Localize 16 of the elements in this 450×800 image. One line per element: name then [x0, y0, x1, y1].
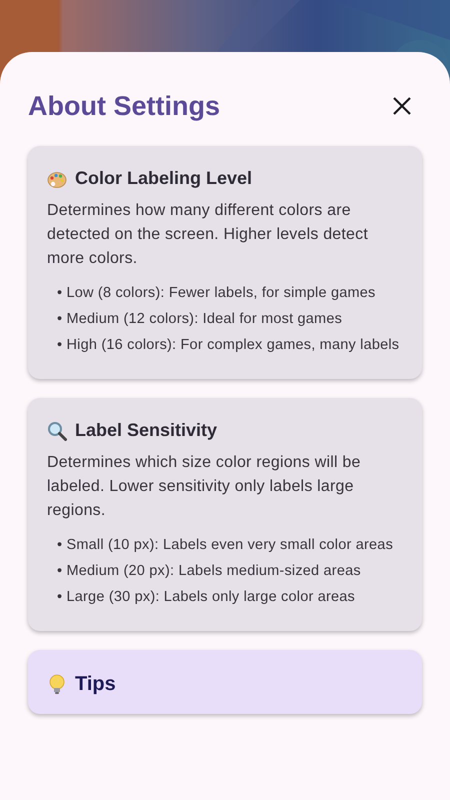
card-description: Determines which size color regions will be labeled. Lower sensitivity only labels large regions.	[47, 452, 362, 521]
sheet-title: About Settings	[28, 90, 220, 122]
bullet-item: • Medium (12 colors): Ideal for most games	[56, 310, 344, 329]
card-title: Color Labeling Level	[75, 168, 252, 190]
bullet-item: • Medium (20 px): Labels medium-sized areas	[56, 562, 362, 581]
magnifier-icon	[47, 420, 67, 441]
bullet-item: • Low (8 colors): Fewer labels, for simple games	[56, 284, 376, 303]
bullet-item: • Small (10 px): Labels even very small color areas	[56, 536, 394, 555]
bullet-item: • High (16 colors): For complex games, many labels	[56, 336, 400, 355]
lightbulb-icon	[47, 674, 67, 694]
card-title: Tips	[75, 672, 116, 696]
card-title: Label Sensitivity	[75, 420, 218, 442]
palette-icon	[47, 169, 67, 190]
bullet-item: • Large (30 px): Labels only large color areas	[56, 588, 356, 607]
card-description: Determines how many different colors are detected on the screen. Higher levels detect more colors.	[47, 200, 369, 269]
close-icon	[392, 96, 412, 116]
